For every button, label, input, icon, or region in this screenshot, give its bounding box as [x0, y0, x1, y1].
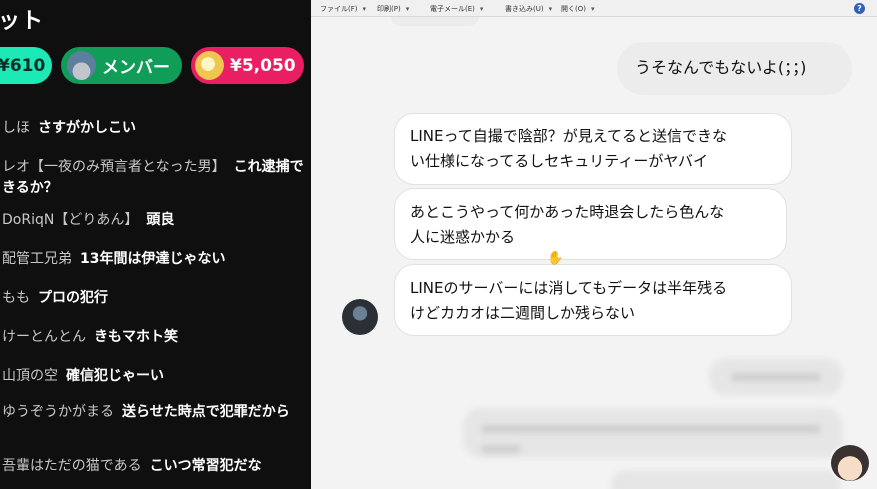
previous-message-edge — [391, 17, 479, 26]
chat-author[interactable]: 山頂の空 — [2, 368, 58, 384]
chip-amount: ¥610 — [0, 55, 46, 76]
incoming-message-bubble: あとこうやって何かあった時退会したら色んな 人に迷惑かかる — [394, 188, 787, 260]
menu-print[interactable]: 印刷(P) — [377, 4, 409, 14]
hand-cursor-icon: ✋ — [547, 251, 564, 266]
chat-message: DoRiqN【どりあん】 頭良 — [2, 210, 311, 231]
chat-message: レオ【一夜のみ預言者となった男】 これ逮捕できるか？ — [2, 157, 311, 199]
chat-text: 頭良 — [146, 212, 175, 228]
chat-message: けーとんとん きもマホト笑 — [2, 327, 311, 348]
supporter-avatar-icon — [195, 51, 224, 80]
incoming-message-bubble: LINEって自撮で陰部？が見えてると送信できな い仕様になってるしセキュリティー… — [394, 113, 792, 185]
chat-text: きもマホト笑 — [94, 329, 178, 345]
chat-title: ット — [0, 9, 45, 34]
chat-author[interactable]: DoRiqN【どりあん】 — [2, 212, 138, 228]
chat-text: 送らせた時点で犯罪だから — [122, 404, 290, 420]
menu-open[interactable]: 開く(O) — [561, 4, 595, 14]
menu-bar: ファイル(F) 印刷(P) 電子メール(E) 書き込み(U) 開く(O) ? — [311, 0, 877, 17]
blurred-text — [731, 373, 821, 381]
super-chat-chip-5050[interactable]: ¥5,050 — [191, 47, 304, 84]
chat-text: プロの犯行 — [38, 290, 108, 306]
chat-message: しほ さすがかしこい — [2, 118, 311, 139]
streamer-avatar-icon — [831, 445, 869, 481]
chat-author[interactable]: 吾輩はただの猫である — [2, 458, 142, 474]
blurred-message-bubble — [611, 470, 841, 489]
chat-message: もも プロの犯行 — [2, 288, 311, 309]
live-chat-panel: ット ¥610 メンバー ¥5,050 しほ さすがかしこい レオ【一夜のみ預言者… — [0, 0, 311, 489]
chat-message: ゆうぞうかがまる 送らせた時点で犯罪だから — [2, 402, 311, 423]
chat-message: 山頂の空 確信犯じゃーい — [2, 366, 311, 387]
chat-text: 確信犯じゃーい — [66, 368, 164, 384]
incoming-message-bubble: LINEのサーバーには消してもデータは半年残る けどカカオは二週間しか残らない — [394, 264, 792, 336]
message-line: LINEって自撮で陰部？が見えてると送信できな — [410, 127, 727, 145]
message-text: うそなんでもないよ(；；) — [635, 58, 807, 77]
chat-message: 吾輩はただの猫である こいつ常習犯だな — [2, 456, 311, 477]
message-line: けどカカオは二週間しか残らない — [410, 304, 636, 322]
chat-author[interactable]: けーとんとん — [2, 329, 86, 345]
super-chat-chip-610[interactable]: ¥610 — [0, 47, 52, 84]
help-icon[interactable]: ? — [854, 3, 865, 14]
sender-avatar[interactable] — [342, 299, 378, 335]
chat-text: こいつ常習犯だな — [149, 458, 262, 474]
chip-amount: ¥5,050 — [230, 55, 296, 76]
blurred-text — [481, 425, 821, 433]
chat-message: 配管工兄弟 13年間は伊達じゃない — [2, 249, 311, 270]
chat-author[interactable]: 配管工兄弟 — [2, 251, 72, 267]
chat-author[interactable]: レオ【一夜のみ預言者となった男】 — [2, 159, 226, 175]
outgoing-message-bubble: うそなんでもないよ(；；) — [617, 42, 852, 95]
chat-text: 13年間は伊達じゃない — [80, 251, 226, 267]
member-avatar-icon — [67, 51, 96, 80]
blurred-text — [481, 445, 521, 453]
message-line: 人に迷惑かかる — [410, 228, 516, 246]
chip-label: メンバー — [102, 58, 170, 78]
chat-author[interactable]: ゆうぞうかがまる — [2, 404, 114, 420]
message-line: あとこうやって何かあった時退会したら色んな — [410, 203, 725, 221]
chat-text: さすがかしこい — [38, 120, 136, 136]
menu-write[interactable]: 書き込み(U) — [505, 4, 552, 14]
message-viewer-window: ファイル(F) 印刷(P) 電子メール(E) 書き込み(U) 開く(O) ? う… — [311, 0, 877, 489]
chat-author[interactable]: もも — [2, 290, 30, 306]
menu-email[interactable]: 電子メール(E) — [430, 4, 483, 14]
member-chip[interactable]: メンバー — [61, 47, 182, 84]
message-line: LINEのサーバーには消してもデータは半年残る — [410, 279, 728, 297]
chat-author[interactable]: しほ — [2, 120, 30, 136]
message-line: い仕様になってるしセキュリティーがヤバイ — [410, 152, 709, 170]
menu-file[interactable]: ファイル(F) — [320, 4, 366, 14]
